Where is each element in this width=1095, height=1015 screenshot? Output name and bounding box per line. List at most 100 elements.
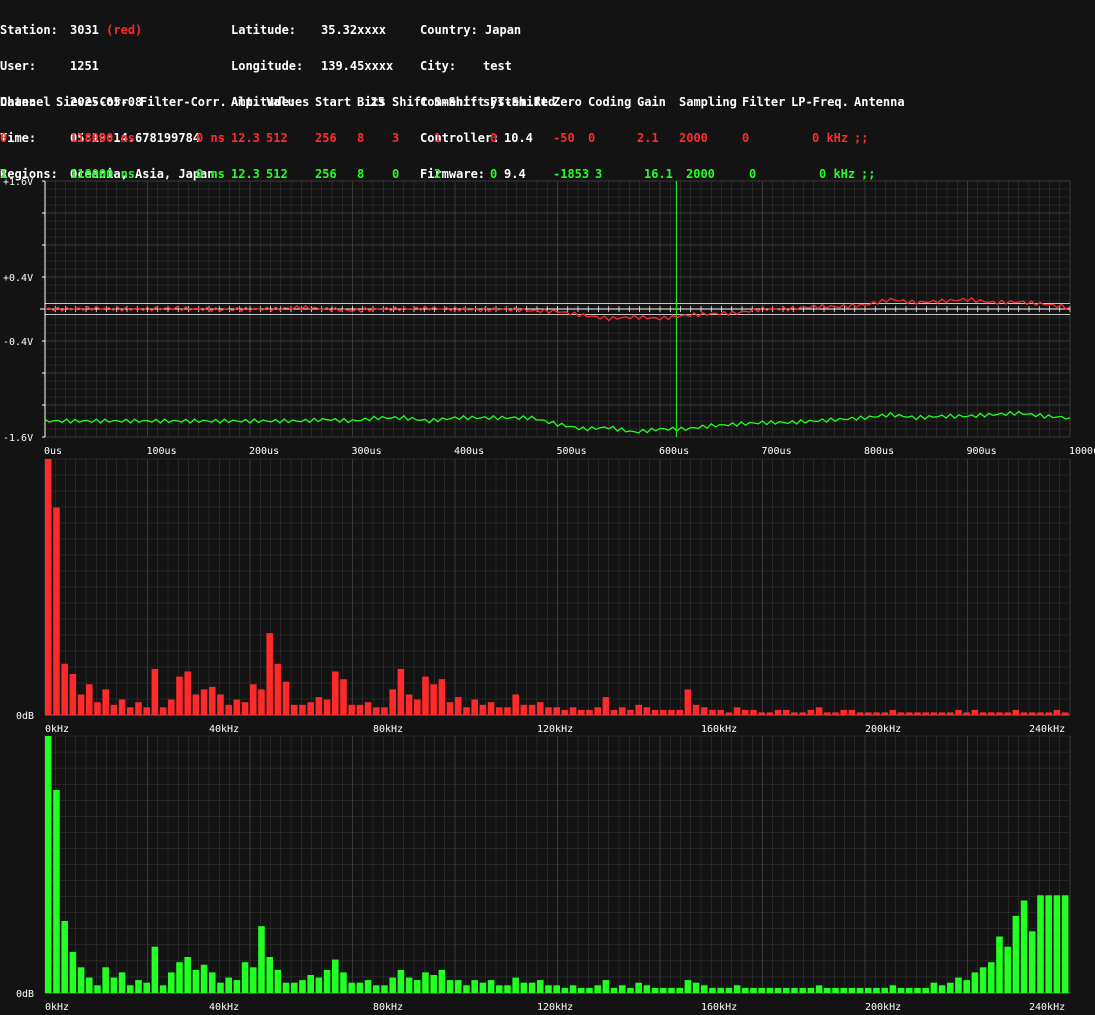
spectrum-bar	[922, 987, 929, 993]
spectrum-bar	[233, 699, 241, 715]
spectrum-bar	[774, 987, 782, 993]
spectrum-bar	[627, 987, 634, 993]
spectrum-bar	[389, 977, 396, 993]
spectrum-bar	[988, 712, 995, 715]
spectrum-bar	[569, 707, 577, 715]
spectrum-bar	[69, 674, 77, 715]
spectrum-bar	[405, 977, 413, 993]
spectrum-bar	[750, 709, 757, 715]
spectrum-bar	[192, 694, 200, 715]
spectrum-bar	[200, 964, 208, 993]
scope-y-tick-label: -1.6V	[3, 433, 33, 444]
spectrum-bar	[873, 712, 880, 715]
spectrum-bar	[332, 959, 339, 993]
spectrum-bar	[192, 969, 200, 993]
spectrum-bar	[840, 709, 847, 715]
spectrum-bar	[750, 987, 757, 993]
spectrum-bar	[947, 712, 954, 715]
spectrum-bar	[619, 707, 626, 715]
spectrum-bar	[455, 697, 462, 715]
spectrum-x-tick-label: 0kHz	[45, 724, 69, 735]
spectrum-bar	[602, 980, 610, 993]
spectrum-bar	[873, 987, 880, 993]
spectrum-bar	[135, 702, 142, 715]
spectrum-bar	[594, 985, 601, 993]
spectrum-bar	[356, 982, 364, 993]
spectrum-bar	[118, 972, 126, 993]
spectrum-bar	[233, 980, 241, 993]
spectrum-bar	[446, 980, 454, 993]
spectrum-bar	[856, 987, 864, 993]
spectrum-bar	[725, 712, 733, 715]
spectrum-bar	[282, 982, 290, 993]
spectrum-x-tick-label: 240kHz	[1029, 1002, 1065, 1013]
spectrum-bar	[848, 987, 856, 993]
spectrum-x-tick-label: 40kHz	[209, 724, 239, 735]
spectrum-bar	[914, 987, 921, 993]
spectrum-bar	[299, 704, 306, 715]
spectrum-bar	[643, 707, 651, 715]
spectrum-bar	[45, 736, 52, 993]
spectrum-bar	[184, 671, 191, 715]
spectrum-bar	[561, 709, 569, 715]
spectrum-bar	[807, 987, 815, 993]
spectrum-bar	[684, 980, 692, 993]
spectrum-bar	[356, 704, 364, 715]
spectrum-bar	[553, 985, 560, 993]
spectrum-bar	[906, 987, 913, 993]
charts-canvas: +1.6V +0.4V -0.4V -1.6V 0us 100us 200us 300us 40…	[3, 177, 1095, 1013]
spectrum-bar	[938, 712, 946, 715]
spectrum-bar	[315, 977, 323, 993]
spectrum-bar	[979, 712, 987, 715]
oscilloscope-chart: +1.6V +0.4V -0.4V -1.6V 0us 100us 200us 300us 40…	[3, 177, 1095, 457]
spectrum-chart-channel-1: 0kHz 40kHz 80kHz 120kHz 160kHz 200kHz 240kHz 0d…	[16, 735, 1071, 1013]
spectrum-bar	[217, 982, 224, 993]
spectrum-bar	[77, 967, 85, 993]
spectrum-bar	[848, 709, 856, 715]
scope-x-tick-label: 100us	[147, 446, 177, 457]
spectrum-bar	[832, 712, 839, 715]
spectrum-bar	[520, 982, 528, 993]
spectrum-x-tick-label: 120kHz	[537, 1002, 573, 1013]
spectrum-bar	[561, 987, 569, 993]
spectrum-bar	[102, 967, 109, 993]
spectrum-bar	[127, 985, 134, 993]
spectrum-bar	[430, 684, 437, 715]
scope-y-tick-label: +1.6V	[3, 177, 33, 188]
spectrum-bar	[709, 709, 716, 715]
spectrum-bar	[504, 707, 511, 715]
spectrum-bar	[996, 712, 1003, 715]
spectrum-bar	[971, 709, 979, 715]
spectrum-bar	[1061, 895, 1069, 993]
spectrum-bar	[1053, 709, 1061, 715]
spectrum-bar	[127, 707, 134, 715]
spectrum-bar	[77, 694, 85, 715]
spectrum-bar	[832, 987, 839, 993]
spectrum-bar	[856, 712, 864, 715]
spectrum-bar	[725, 987, 733, 993]
spectrum-bar	[840, 987, 847, 993]
spectrum-bar	[307, 702, 314, 715]
spectrum-bar	[955, 709, 962, 715]
spectrum-bar	[61, 663, 68, 715]
spectrum-bar	[545, 707, 552, 715]
scope-x-tick-label: 900us	[967, 446, 997, 457]
scope-x-tick-label: 1000us	[1069, 446, 1095, 457]
spectrum-bar	[364, 702, 372, 715]
spectrum-bar	[586, 987, 593, 993]
spectrum-bar	[274, 663, 282, 715]
spectrum-bar	[733, 985, 741, 993]
spectrum-bar	[1020, 900, 1028, 993]
spectrum-x-tick-label: 240kHz	[1029, 724, 1065, 735]
spectrum-bar	[225, 704, 232, 715]
spectrum-bar	[512, 977, 519, 993]
spectrum-bar	[627, 709, 634, 715]
spectrum-bar	[1037, 895, 1044, 993]
spectrum-bar	[53, 507, 60, 715]
spectrum-bar	[1004, 946, 1011, 993]
scope-x-tick-label: 200us	[249, 446, 279, 457]
spectrum-x-tick-label: 200kHz	[865, 724, 901, 735]
spectrum-bar	[930, 712, 938, 715]
spectrum-bar	[438, 679, 446, 715]
spectrum-bar	[578, 987, 585, 993]
